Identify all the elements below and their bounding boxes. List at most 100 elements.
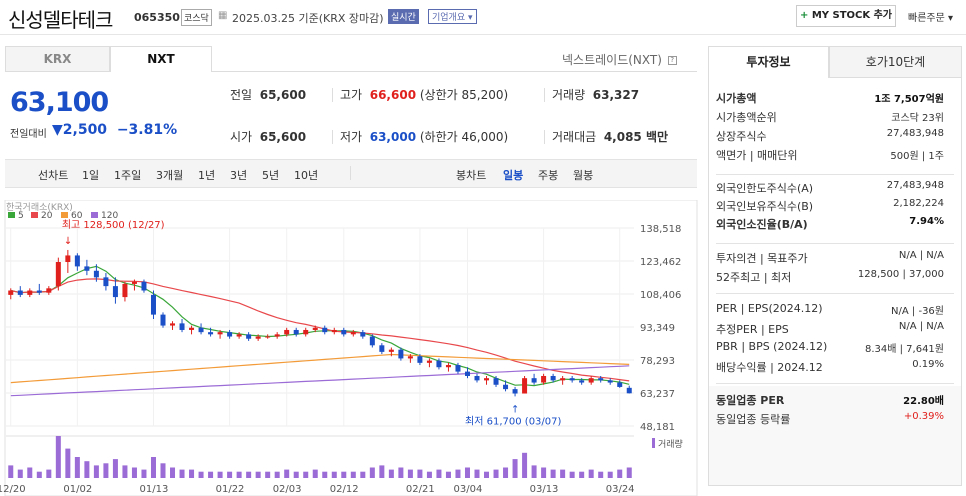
invest-key: 시가총액순위 [716,111,777,124]
section-divider [716,174,954,175]
prev-label: 전일 [230,88,253,102]
period-1d[interactable]: 1일 [82,167,99,183]
divider [544,130,545,144]
line-chart-label[interactable]: 선차트 [38,167,68,183]
candle-body [369,336,375,346]
volume-bar [607,471,613,478]
volume-legend-swatch [652,438,655,448]
volume-bar [464,467,470,478]
period-daily[interactable]: 일봉 [503,167,523,183]
high-price: 고가 66,600 (상한가 85,200) [340,86,508,103]
period-weekly[interactable]: 주봉 [538,167,558,183]
volume-bar [236,471,242,478]
invest-value: N/A | N/A [898,321,944,332]
volume-bar [198,471,204,478]
candle-body [588,378,594,383]
candle-body [617,382,623,387]
period-10y[interactable]: 10년 [294,167,318,183]
candle-chart-label[interactable]: 봉차트 [456,167,486,183]
x-tick-label: 02/21 [406,484,435,495]
candle-body [379,345,385,352]
candle-body [246,334,252,339]
change-percent: −3.81% [116,122,178,138]
add-mystock-button[interactable]: + MY STOCK 추가 [796,5,896,27]
period-5y[interactable]: 5년 [262,167,279,183]
invest-value: 500원 | 1주 [890,151,944,162]
volume-bar [598,471,604,478]
volume-bar [246,471,252,478]
stock-code: 065350 [134,11,180,24]
invest-key: 52주최고 | 최저 [716,271,792,284]
low-limit: (하한가 46,000) [419,130,509,144]
period-monthly[interactable]: 월봉 [573,167,593,183]
price-chart[interactable]: 138,518 123,462 108,406 93,349 78,293 63,237 4… [0,200,700,496]
candle-body [579,380,585,383]
candle-body [550,375,556,381]
candle-body [122,283,128,298]
invest-value: N/A | -36원 [891,306,944,317]
open-value: 65,600 [259,130,307,144]
candle-body [626,387,632,394]
candle-body [607,380,613,383]
candle-body [255,336,261,339]
invest-key: PBR | BPS (2024.12) [716,340,828,353]
header-divider [0,34,966,35]
tab-invest-info[interactable]: 투자정보 [708,46,829,78]
tab-orderbook[interactable]: 호가10단계 [829,46,962,78]
invest-value: 1조 7,507억원 [874,94,944,105]
volume-bar [617,469,623,478]
candle-body [189,327,195,330]
period-3m[interactable]: 3개월 [156,167,183,183]
candle-body [55,262,61,287]
invest-value: 27,483,948 [886,128,944,139]
invest-value: N/A | N/A [898,250,944,261]
volume-bar [360,471,366,478]
chart-source: 한국거래소(KRX) [6,202,73,213]
section-divider [716,293,954,294]
candle-body [131,281,137,284]
candle-body [312,327,318,330]
nxt-rate-link[interactable]: 넥스트레이드(NXT) ? [562,51,677,68]
tab-krx[interactable]: KRX [5,46,110,72]
legend-label: 5 [18,211,24,221]
volume-bar [341,471,347,478]
volume-bar [55,436,61,478]
legend-swatch [61,212,68,218]
volume-bar [398,467,404,478]
realtime-button[interactable]: 실시간 [388,9,419,24]
volume-bar [531,465,537,478]
company-info-dropdown[interactable]: 기업개요 ▾ [428,9,477,24]
candle-body [474,375,480,381]
period-3y[interactable]: 3년 [230,167,247,183]
volume-bar [379,465,385,478]
volume-bar [293,471,299,478]
volume-bar [17,469,23,478]
invest-key: 시가총액 [716,92,757,105]
candle-body [426,360,432,363]
period-1w[interactable]: 1주일 [114,167,141,183]
x-tick-label: 03/04 [453,484,482,495]
volume-bar [579,471,585,478]
tab-nxt[interactable]: NXT [110,46,212,72]
quick-order-dropdown[interactable]: 빠른주문 ▾ [908,9,953,24]
x-tick-label: 02/12 [330,484,359,495]
candle-body [84,266,90,271]
low-label: 저가 [340,130,363,144]
invest-row: 액면가 | 매매단위 500원 | 1주 [716,147,944,163]
period-1y[interactable]: 1년 [198,167,215,183]
candle-body [493,378,499,385]
min-arrow-icon: ↑ [511,404,519,415]
tab-underline [212,71,697,72]
invest-value: +0.39% [903,411,944,422]
x-tick-label: 01/13 [139,484,168,495]
volume-bar [503,467,509,478]
volume-bar [331,471,337,478]
low-price: 저가 63,000 (하한가 46,000) [340,128,508,145]
high-value: 66,600 [369,88,417,102]
volume-bar [93,465,99,478]
section-divider [716,243,954,244]
divider [544,88,545,102]
candle-body [198,327,204,333]
volume-bar [189,469,195,478]
high-limit: (상한가 85,200) [419,88,509,102]
